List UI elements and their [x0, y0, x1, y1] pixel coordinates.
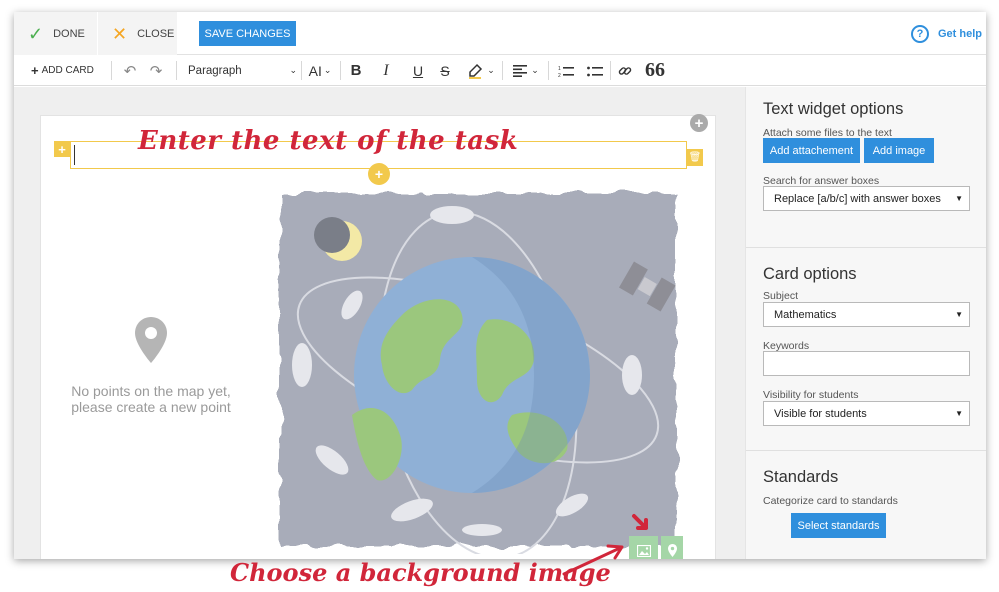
add-image-button[interactable]: Add image [864, 138, 934, 163]
strikethrough-button[interactable]: S [436, 55, 454, 86]
card-options-title: Card options [763, 265, 857, 283]
font-size-label: AI [308, 62, 322, 79]
add-card-label: ADD CARD [41, 65, 94, 76]
toolbar-divider [176, 61, 177, 80]
text-align-button[interactable]: ⌄ [508, 55, 544, 86]
toolbar-divider [548, 61, 549, 80]
ordered-list-glyph: 1 2 [558, 66, 574, 77]
chevron-down-icon: ⌄ [531, 65, 539, 75]
link-glyph [618, 66, 632, 75]
dropdown-arrow-icon: ▼ [955, 409, 963, 418]
help-icon: ? [910, 25, 929, 43]
trash-icon[interactable]: 🗑 [687, 149, 703, 166]
empty-line-1: No points on the map yet, [71, 383, 231, 399]
get-help-link[interactable]: ? Get help [910, 25, 982, 43]
text-cursor [74, 145, 75, 165]
plus-icon: + [31, 63, 39, 78]
subject-value: Mathematics [774, 308, 837, 321]
card-options-section: Card options Subject Mathematics ▼ Keywo… [746, 248, 986, 451]
italic-button[interactable]: I [377, 55, 395, 86]
align-left-icon [513, 64, 528, 77]
text-widget-options-section: Text widget options Attach some files to… [746, 87, 986, 248]
done-button[interactable]: ✓ DONE [14, 12, 97, 55]
top-bar: ✓ DONE ✕ CLOSE SAVE CHANGES ? Get help [14, 12, 986, 55]
svg-text:1: 1 [558, 66, 561, 72]
undo-icon[interactable]: ↶ [120, 55, 140, 86]
annotation-enter-task-text: Enter the text of the task [138, 126, 519, 156]
editor-window: ✓ DONE ✕ CLOSE SAVE CHANGES ? Get help +… [14, 12, 986, 559]
paragraph-style-select[interactable]: Paragraph ⌄ [185, 55, 300, 86]
subject-label: Subject [763, 290, 799, 302]
toolbar-divider [610, 61, 611, 80]
add-point-button[interactable] [661, 536, 683, 559]
map-pin-icon [135, 317, 167, 363]
bullet-list-icon[interactable] [584, 55, 606, 86]
numbered-list-icon[interactable]: 1 2 [555, 55, 577, 86]
toolbar-divider [301, 61, 302, 80]
standards-title: Standards [763, 468, 839, 486]
answer-boxes-select[interactable]: Replace [a/b/c] with answer boxes ▼ [763, 186, 970, 211]
bold-button[interactable]: B [347, 55, 365, 86]
annotation-choose-background: Choose a background image [230, 558, 611, 587]
redo-icon[interactable]: ↷ [146, 55, 166, 86]
link-icon[interactable] [616, 55, 634, 86]
image-icon [636, 544, 651, 557]
underline-button[interactable]: U [409, 55, 427, 86]
close-icon: ✕ [112, 23, 128, 44]
chevron-down-icon: ⌄ [487, 65, 495, 75]
toolbar-divider [340, 61, 341, 80]
save-changes-button[interactable]: SAVE CHANGES [199, 21, 296, 46]
subject-select[interactable]: Mathematics ▼ [763, 302, 970, 327]
add-attachment-button[interactable]: Add attachement [763, 138, 860, 163]
visibility-select[interactable]: Visible for students ▼ [763, 401, 970, 426]
widget-add-below-icon[interactable]: + [368, 163, 390, 185]
text-widget-options-title: Text widget options [763, 100, 904, 118]
toolbar-divider [502, 61, 503, 80]
marker-icon [469, 63, 483, 79]
close-label: CLOSE [137, 27, 175, 40]
standards-section: Standards Categorize card to standards S… [746, 451, 986, 559]
dropdown-arrow-icon: ▼ [955, 194, 963, 203]
answer-boxes-value: Replace [a/b/c] with answer boxes [774, 192, 941, 205]
choose-background-image-button[interactable] [629, 536, 658, 559]
close-button[interactable]: ✕ CLOSE [97, 12, 177, 55]
dropdown-arrow-icon: ▼ [955, 310, 963, 319]
background-image [280, 193, 676, 554]
paragraph-label: Paragraph [188, 64, 242, 77]
checkmark-icon: ✓ [28, 23, 44, 44]
empty-line-2: please create a new point [71, 399, 231, 415]
quote-button[interactable]: 66 [645, 55, 665, 86]
editor-toolbar: + ADD CARD ↶ ↷ Paragraph ⌄ AI ⌄ B I U S … [14, 55, 986, 86]
red-arrow-icon [632, 514, 648, 530]
font-size-button[interactable]: AI ⌄ [304, 55, 336, 86]
done-label: DONE [53, 27, 85, 40]
keywords-input[interactable] [763, 351, 970, 376]
visibility-value: Visible for students [774, 407, 867, 420]
add-card-button[interactable]: + ADD CARD [31, 55, 94, 86]
toolbar-divider [111, 61, 112, 80]
options-sidebar: Text widget options Attach some files to… [745, 87, 986, 559]
chevron-down-icon: ⌄ [323, 65, 332, 75]
svg-text:2: 2 [558, 73, 561, 77]
visibility-label: Visibility for students [763, 389, 859, 401]
widget-add-above-icon[interactable]: + [54, 141, 70, 157]
empty-map-state: No points on the map yet, please create … [66, 317, 236, 415]
add-widget-plus-icon[interactable]: + [690, 114, 708, 132]
map-pin-icon [667, 544, 677, 557]
categorize-label: Categorize card to standards [763, 495, 898, 507]
highlight-color-button[interactable]: ⌄ [463, 55, 499, 86]
chevron-down-icon: ⌄ [289, 65, 297, 75]
select-standards-button[interactable]: Select standards [791, 513, 886, 538]
bullet-list-glyph [587, 66, 603, 76]
card-workspace: + + 🗑 + No points on the map yet, please… [14, 87, 745, 559]
help-label: Get help [937, 28, 982, 40]
